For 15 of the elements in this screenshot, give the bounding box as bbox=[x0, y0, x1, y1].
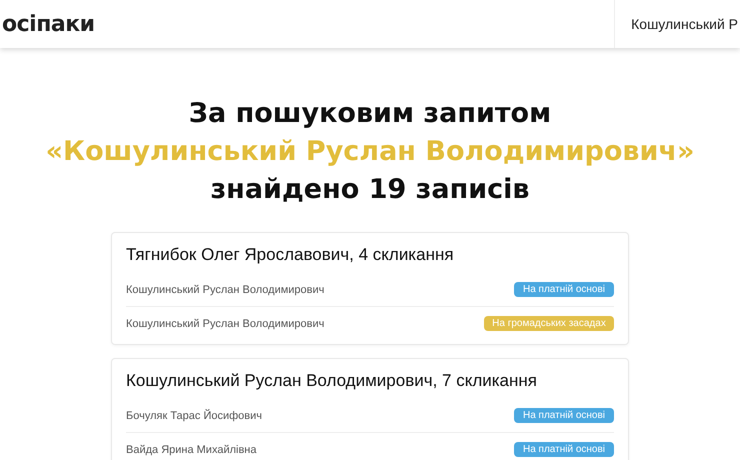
status-badge: На платній основі bbox=[514, 408, 614, 423]
status-badge: На платній основі bbox=[514, 442, 614, 457]
status-badge: На громадських засадах bbox=[484, 316, 614, 331]
card-title[interactable]: Кошулинський Руслан Володимирович, 7 скликання bbox=[126, 369, 614, 399]
card-title[interactable]: Тягнибок Олег Ярославович, 4 скликання bbox=[126, 243, 614, 273]
heading-text: За пошуковим запитом bbox=[188, 97, 552, 131]
assistant-name: Бочуляк Тарас Йосифович bbox=[126, 410, 262, 422]
assistant-name: Кошулинський Руслан Володимирович bbox=[126, 284, 324, 296]
search-field[interactable]: Кошулинський Р bbox=[614, 0, 740, 48]
results-count: знайдено 19 записів bbox=[209, 173, 530, 207]
status-badge: На платній основі bbox=[514, 282, 614, 297]
search-query: «Кошулинський Руслан Володимирович» bbox=[44, 135, 696, 169]
assistant-name: Кошулинський Руслан Володимирович bbox=[126, 318, 324, 330]
site-logo[interactable]: осіпаки bbox=[2, 12, 95, 36]
assistant-name: Вайда Ярина Михайлівна bbox=[126, 444, 256, 456]
